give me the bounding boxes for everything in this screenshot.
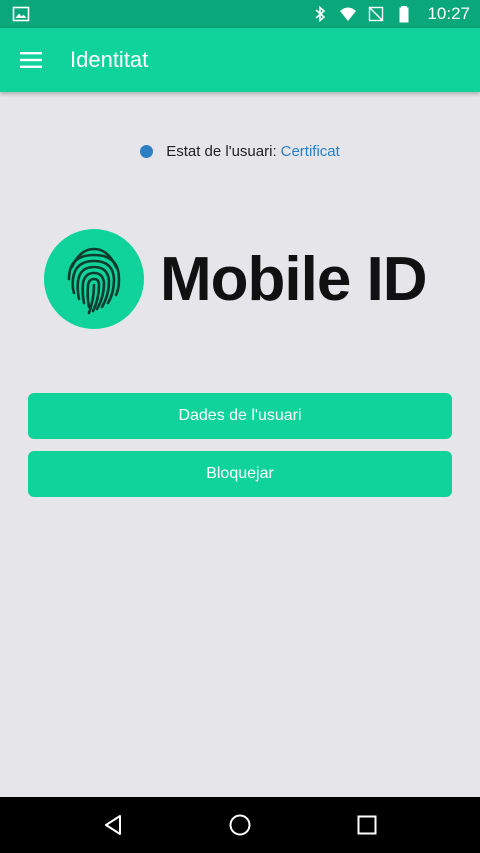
user-data-button[interactable]: Dades de l'usuari [28, 393, 452, 439]
screen: 10:27 Identitat Estat de l'usuari: Certi… [0, 0, 480, 853]
menu-button[interactable] [0, 28, 64, 92]
fingerprint-icon [67, 247, 121, 315]
status-time: 10:27 [427, 4, 470, 23]
logo-text: Mobile ID [160, 244, 428, 314]
nav-bar [0, 797, 480, 853]
page-title: Identitat [70, 47, 149, 72]
nav-home-button[interactable] [210, 797, 270, 853]
app-bar: Identitat [0, 28, 480, 92]
recents-icon [357, 815, 377, 835]
mobile-id-logo: Mobile ID [44, 228, 444, 330]
status-bar: 10:27 [0, 0, 480, 28]
user-status-label: Estat de l'usuari: [166, 142, 277, 160]
user-status-value: Certificat [280, 142, 340, 160]
hamburger-menu-icon [20, 52, 42, 68]
nav-back-button[interactable] [83, 797, 143, 853]
image-icon [12, 6, 30, 22]
block-button[interactable]: Bloquejar [28, 451, 452, 497]
signal-off-icon [369, 6, 384, 22]
wifi-icon [340, 7, 357, 21]
back-icon [105, 815, 122, 835]
bluetooth-icon [315, 5, 326, 23]
battery-icon [399, 6, 409, 23]
logo-circle [44, 229, 144, 329]
user-status: Estat de l'usuari: Certificat [0, 140, 480, 162]
home-icon [229, 814, 251, 836]
status-dot [140, 144, 154, 158]
nav-recents-button[interactable] [337, 797, 397, 853]
